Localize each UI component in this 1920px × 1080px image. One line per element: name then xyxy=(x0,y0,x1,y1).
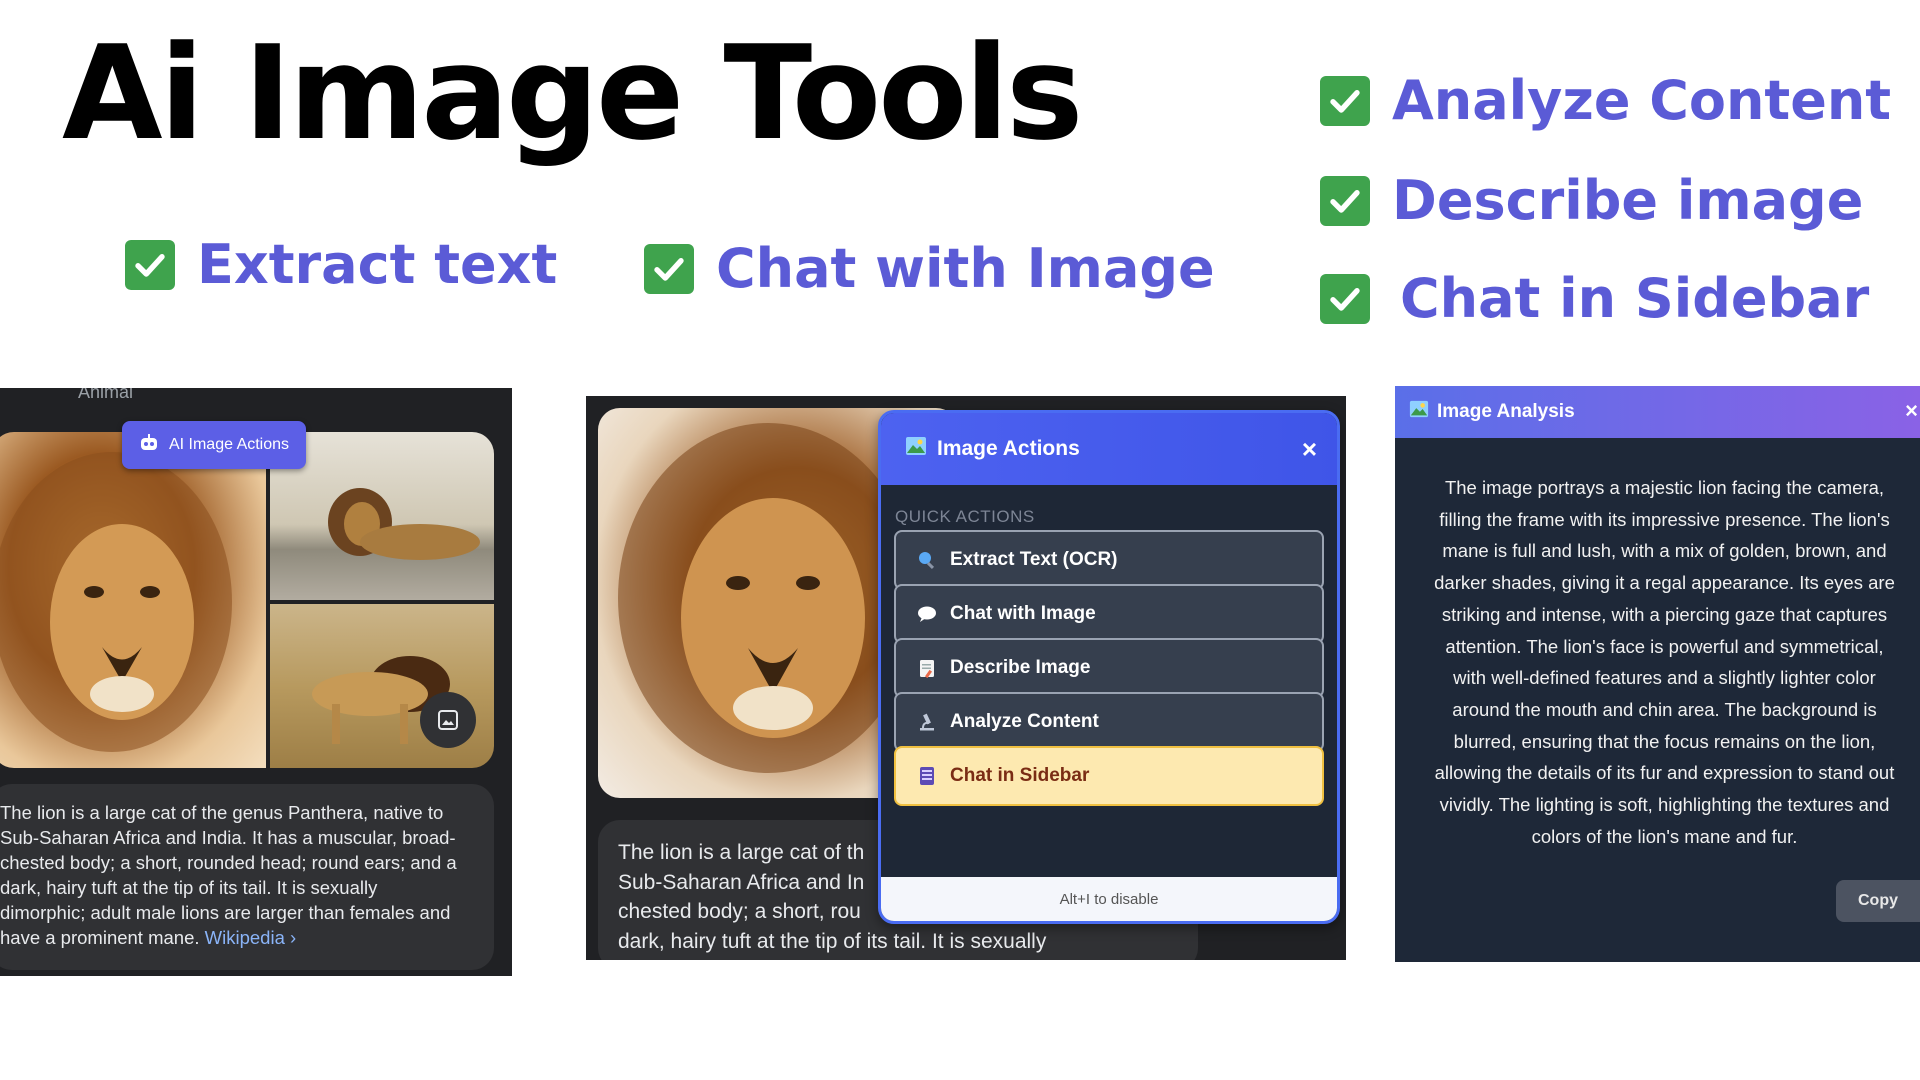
section-label: QUICK ACTIONS xyxy=(895,507,1035,526)
chat-in-sidebar-button[interactable]: Chat in Sidebar xyxy=(894,746,1324,806)
feature-label: Chat in Sidebar xyxy=(1400,267,1870,330)
button-label: Extract Text (OCR) xyxy=(950,549,1118,570)
wikipedia-link[interactable]: Wikipedia › xyxy=(205,927,297,948)
feature-extract-text: Extract text xyxy=(125,238,557,292)
feature-label: Chat with Image xyxy=(716,237,1215,300)
lion-portrait-image[interactable] xyxy=(0,432,266,768)
category-label[interactable]: Animal xyxy=(78,388,133,403)
close-icon[interactable]: × xyxy=(1905,398,1918,424)
ai-image-actions-button[interactable]: AI Image Actions xyxy=(122,421,306,469)
copy-button[interactable]: Copy xyxy=(1836,880,1920,922)
analysis-text: The image portrays a majestic lion facin… xyxy=(1395,438,1920,852)
description-line: chested body; a short, rounded head; rou… xyxy=(0,852,457,873)
popup-footer-hint: Alt+I to disable xyxy=(881,877,1337,921)
checkmark-icon xyxy=(1320,76,1370,126)
analysis-line: around the mouth and chin area. The back… xyxy=(1452,698,1877,720)
checkmark-icon xyxy=(125,240,175,290)
description-line-last: have a prominent mane. Wikipedia › xyxy=(0,927,297,948)
feature-describe-image: Describe image xyxy=(1320,174,1863,228)
analysis-line: attention. The lion's face is powerful a… xyxy=(1445,635,1884,657)
sidebar-icon xyxy=(916,765,938,787)
extract-text-button[interactable]: Extract Text (OCR) xyxy=(894,530,1324,590)
page-title: Ai Image Tools xyxy=(62,17,1083,169)
analysis-line: The image portrays a majestic lion facin… xyxy=(1444,477,1885,498)
analysis-line: darker shades, giving it a regal appeara… xyxy=(1434,572,1895,594)
description-line: Sub-Saharan Africa and India. It has a m… xyxy=(0,827,456,848)
analysis-header: Image Analysis × xyxy=(1395,386,1920,438)
popup-header: Image Actions × xyxy=(881,413,1337,485)
badge-label: AI Image Actions xyxy=(168,436,290,453)
checkmark-icon xyxy=(1320,274,1370,324)
image-analysis-panel: Image Analysis × The image portrays a ma… xyxy=(1395,386,1920,962)
feature-chat-with-image: Chat with Image xyxy=(644,242,1215,296)
feature-chat-in-sidebar: Chat in Sidebar xyxy=(1320,272,1869,326)
robot-icon xyxy=(139,433,159,458)
analysis-line: mane is full and lush, with a mix of gol… xyxy=(1442,540,1887,562)
button-label: Analyze Content xyxy=(950,711,1099,732)
microscope-icon xyxy=(916,711,938,733)
lion-walking-image[interactable] xyxy=(270,604,494,768)
feature-label: Describe image xyxy=(1392,169,1864,232)
description-line: dimorphic; adult male lions are larger t… xyxy=(0,902,451,923)
analysis-line: with well-defined features and a slightl… xyxy=(1453,667,1876,689)
analysis-line: blurred, ensuring that the focus remains… xyxy=(1453,730,1876,752)
button-label: Chat in Sidebar xyxy=(950,765,1090,786)
speech-bubble-icon xyxy=(916,603,938,625)
magnifier-icon xyxy=(916,549,938,571)
image-grid xyxy=(0,432,494,768)
chat-with-image-button[interactable]: Chat with Image xyxy=(894,584,1324,644)
checkmark-icon xyxy=(644,244,694,294)
analysis-title: Image Analysis xyxy=(1437,401,1575,422)
popup-title: Image Actions xyxy=(937,437,1080,460)
analysis-line: striking and intense, with a piercing ga… xyxy=(1441,603,1888,625)
memo-icon xyxy=(916,657,938,679)
checkmark-icon xyxy=(1320,176,1370,226)
picture-icon xyxy=(1409,399,1429,425)
describe-image-button[interactable]: Describe Image xyxy=(894,638,1324,698)
image-search-icon[interactable] xyxy=(420,692,476,748)
description-line: The lion is a large cat of the genus Pan… xyxy=(0,802,444,823)
analysis-line: allowing the details of its fur and expr… xyxy=(1434,762,1895,784)
feature-label: Analyze Content xyxy=(1392,69,1892,132)
analyze-content-button[interactable]: Analyze Content xyxy=(894,692,1324,752)
analysis-line: filling the frame with its impressive pr… xyxy=(1439,508,1890,530)
button-label: Describe Image xyxy=(950,657,1091,678)
image-actions-popup: Image Actions × QUICK ACTIONS Extract Te… xyxy=(878,410,1340,924)
image-actions-panel: The lion is a large cat of th Sub-Sahara… xyxy=(586,396,1346,960)
close-icon[interactable]: × xyxy=(1302,434,1317,465)
analysis-line: vividly. The lighting is soft, highlight… xyxy=(1439,794,1890,816)
description-line: dark, hairy tuft at the tip of its tail.… xyxy=(0,877,378,898)
feature-label: Extract text xyxy=(197,233,558,296)
feature-analyze-content: Analyze Content xyxy=(1320,74,1891,128)
description-line: dark, hairy tuft at the tip of its tail.… xyxy=(618,929,1047,953)
button-label: Chat with Image xyxy=(950,603,1096,624)
picture-icon xyxy=(905,435,927,463)
description-card: The lion is a large cat of the genus Pan… xyxy=(0,784,494,970)
analysis-line: colors of the lion's mane and fur. xyxy=(1531,825,1798,847)
search-result-panel: Animal AI Image Actions The lion is a la… xyxy=(0,388,512,976)
